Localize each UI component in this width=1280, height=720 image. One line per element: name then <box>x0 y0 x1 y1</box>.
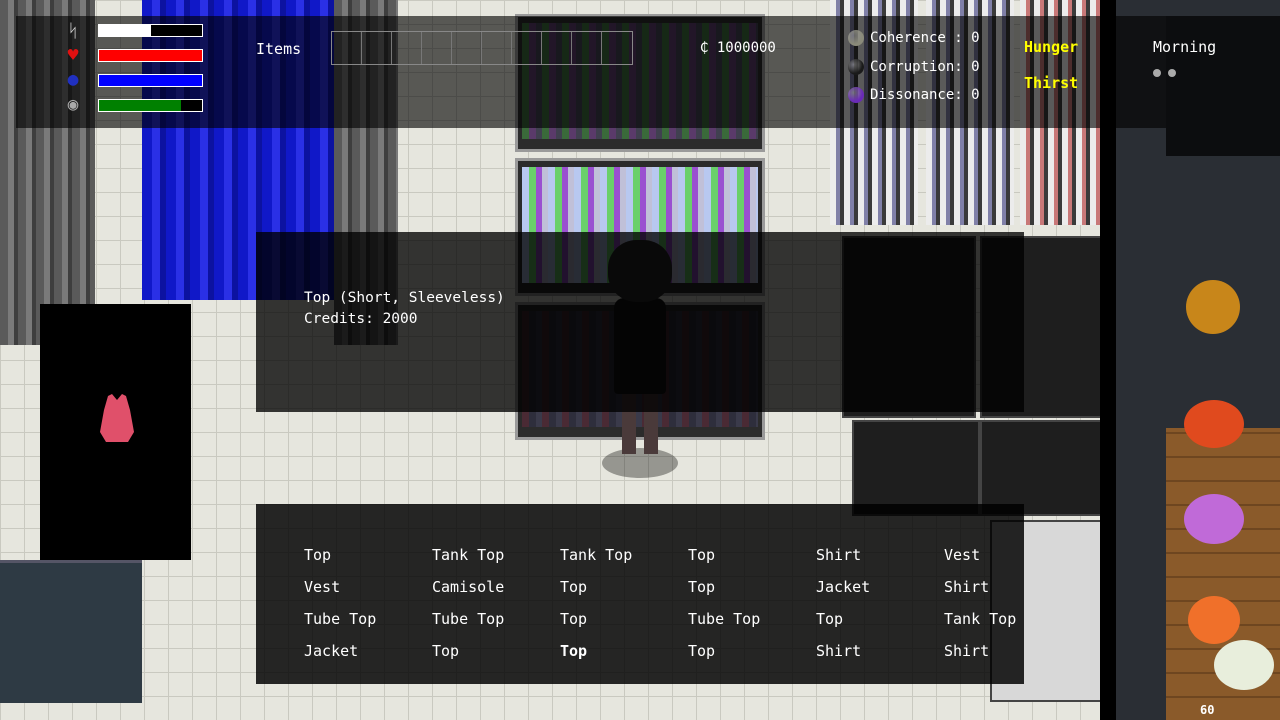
menu-item[interactable]: Top <box>688 578 715 596</box>
item-slot[interactable] <box>512 32 542 64</box>
blue-grapes-icon: ● <box>67 68 79 90</box>
item-name: Top (Short, Sleeveless) <box>304 290 505 306</box>
menu-item[interactable]: Jacket <box>304 642 358 660</box>
coherence-metric: Coherence : 0 <box>848 30 980 46</box>
menu-item[interactable]: Camisole <box>432 578 504 596</box>
flower-pot-purple <box>1184 494 1244 544</box>
item-slot[interactable] <box>392 32 422 64</box>
menu-item[interactable]: Vest <box>304 578 340 596</box>
flower-pot-red <box>1184 400 1244 448</box>
menu-item[interactable]: Top <box>304 546 331 564</box>
menu-item[interactable]: Jacket <box>816 578 870 596</box>
item-slot[interactable] <box>542 32 572 64</box>
menu-item[interactable]: Top <box>560 578 587 596</box>
mixed-orb-icon: ◉ <box>67 93 79 115</box>
dot-icon <box>1153 69 1161 77</box>
counter <box>0 560 142 703</box>
menu-item[interactable]: Tube Top <box>304 610 376 628</box>
hunger-status: Hunger <box>1024 38 1079 56</box>
time-of-day: Morning <box>1153 38 1217 56</box>
flower-pot-white <box>1214 640 1274 690</box>
item-slot[interactable] <box>362 32 392 64</box>
menu-item[interactable]: Tube Top <box>688 610 760 628</box>
item-info-panel: Top (Short, Sleeveless) Credits: 2000 <box>256 232 1024 412</box>
dissonance-label: Dissonance: 0 <box>870 87 980 103</box>
day-progress-dots <box>1153 69 1176 77</box>
health-bar <box>98 49 203 62</box>
menu-item[interactable]: Tube Top <box>432 610 504 628</box>
currency-display: ₵ 1000000 <box>700 40 776 56</box>
menu-item[interactable]: Shirt <box>816 546 861 564</box>
stamina-bar <box>98 99 203 112</box>
item-slots <box>331 31 633 65</box>
top-garment-icon <box>100 394 134 442</box>
shoe-shelf-4 <box>980 420 1104 516</box>
heart-icon: ♥ <box>67 44 79 66</box>
time-panel <box>1166 16 1280 156</box>
menu-item[interactable]: Shirt <box>944 578 989 596</box>
corruption-label: Corruption: 0 <box>870 59 980 75</box>
hanging-plant <box>1186 280 1240 334</box>
mana-bar <box>98 74 203 87</box>
dissonance-orb-icon <box>848 87 864 103</box>
dot-icon <box>1168 69 1176 77</box>
item-price: Credits: 2000 <box>304 311 418 327</box>
menu-item[interactable]: Top <box>688 546 715 564</box>
energy-bar <box>98 24 203 37</box>
energy-icon: ᛋ <box>67 20 79 42</box>
menu-item[interactable]: Tank Top <box>944 610 1016 628</box>
corruption-orb-icon <box>848 59 864 75</box>
menu-item[interactable]: Top <box>816 610 843 628</box>
menu-item[interactable]: Vest <box>944 546 980 564</box>
item-preview-panel <box>40 304 191 560</box>
menu-item[interactable]: Top <box>560 642 587 660</box>
menu-item[interactable]: Shirt <box>944 642 989 660</box>
menu-item[interactable]: Tank Top <box>560 546 632 564</box>
menu-item[interactable]: Top <box>432 642 459 660</box>
item-slot[interactable] <box>602 32 632 64</box>
menu-item[interactable]: Top <box>560 610 587 628</box>
shoe-shelf-3 <box>852 420 980 516</box>
item-slot[interactable] <box>572 32 602 64</box>
menu-item[interactable]: Shirt <box>816 642 861 660</box>
item-slot[interactable] <box>452 32 482 64</box>
fps-counter: 60 <box>1200 703 1215 717</box>
item-slot[interactable] <box>422 32 452 64</box>
coherence-orb-icon <box>848 30 864 46</box>
thirst-status: Thirst <box>1024 74 1079 92</box>
item-slot[interactable] <box>332 32 362 64</box>
menu-item[interactable]: Top <box>688 642 715 660</box>
shop-item-menu: Top Tank Top Tank Top Top Shirt Vest Ves… <box>256 504 1024 684</box>
dissonance-metric: Dissonance: 0 <box>848 87 980 103</box>
coherence-label: Coherence : 0 <box>870 30 980 46</box>
items-label: Items <box>256 40 302 58</box>
item-slot[interactable] <box>482 32 512 64</box>
corruption-metric: Corruption: 0 <box>848 59 980 75</box>
flower-pot-orange <box>1188 596 1240 644</box>
menu-item[interactable]: Tank Top <box>432 546 504 564</box>
